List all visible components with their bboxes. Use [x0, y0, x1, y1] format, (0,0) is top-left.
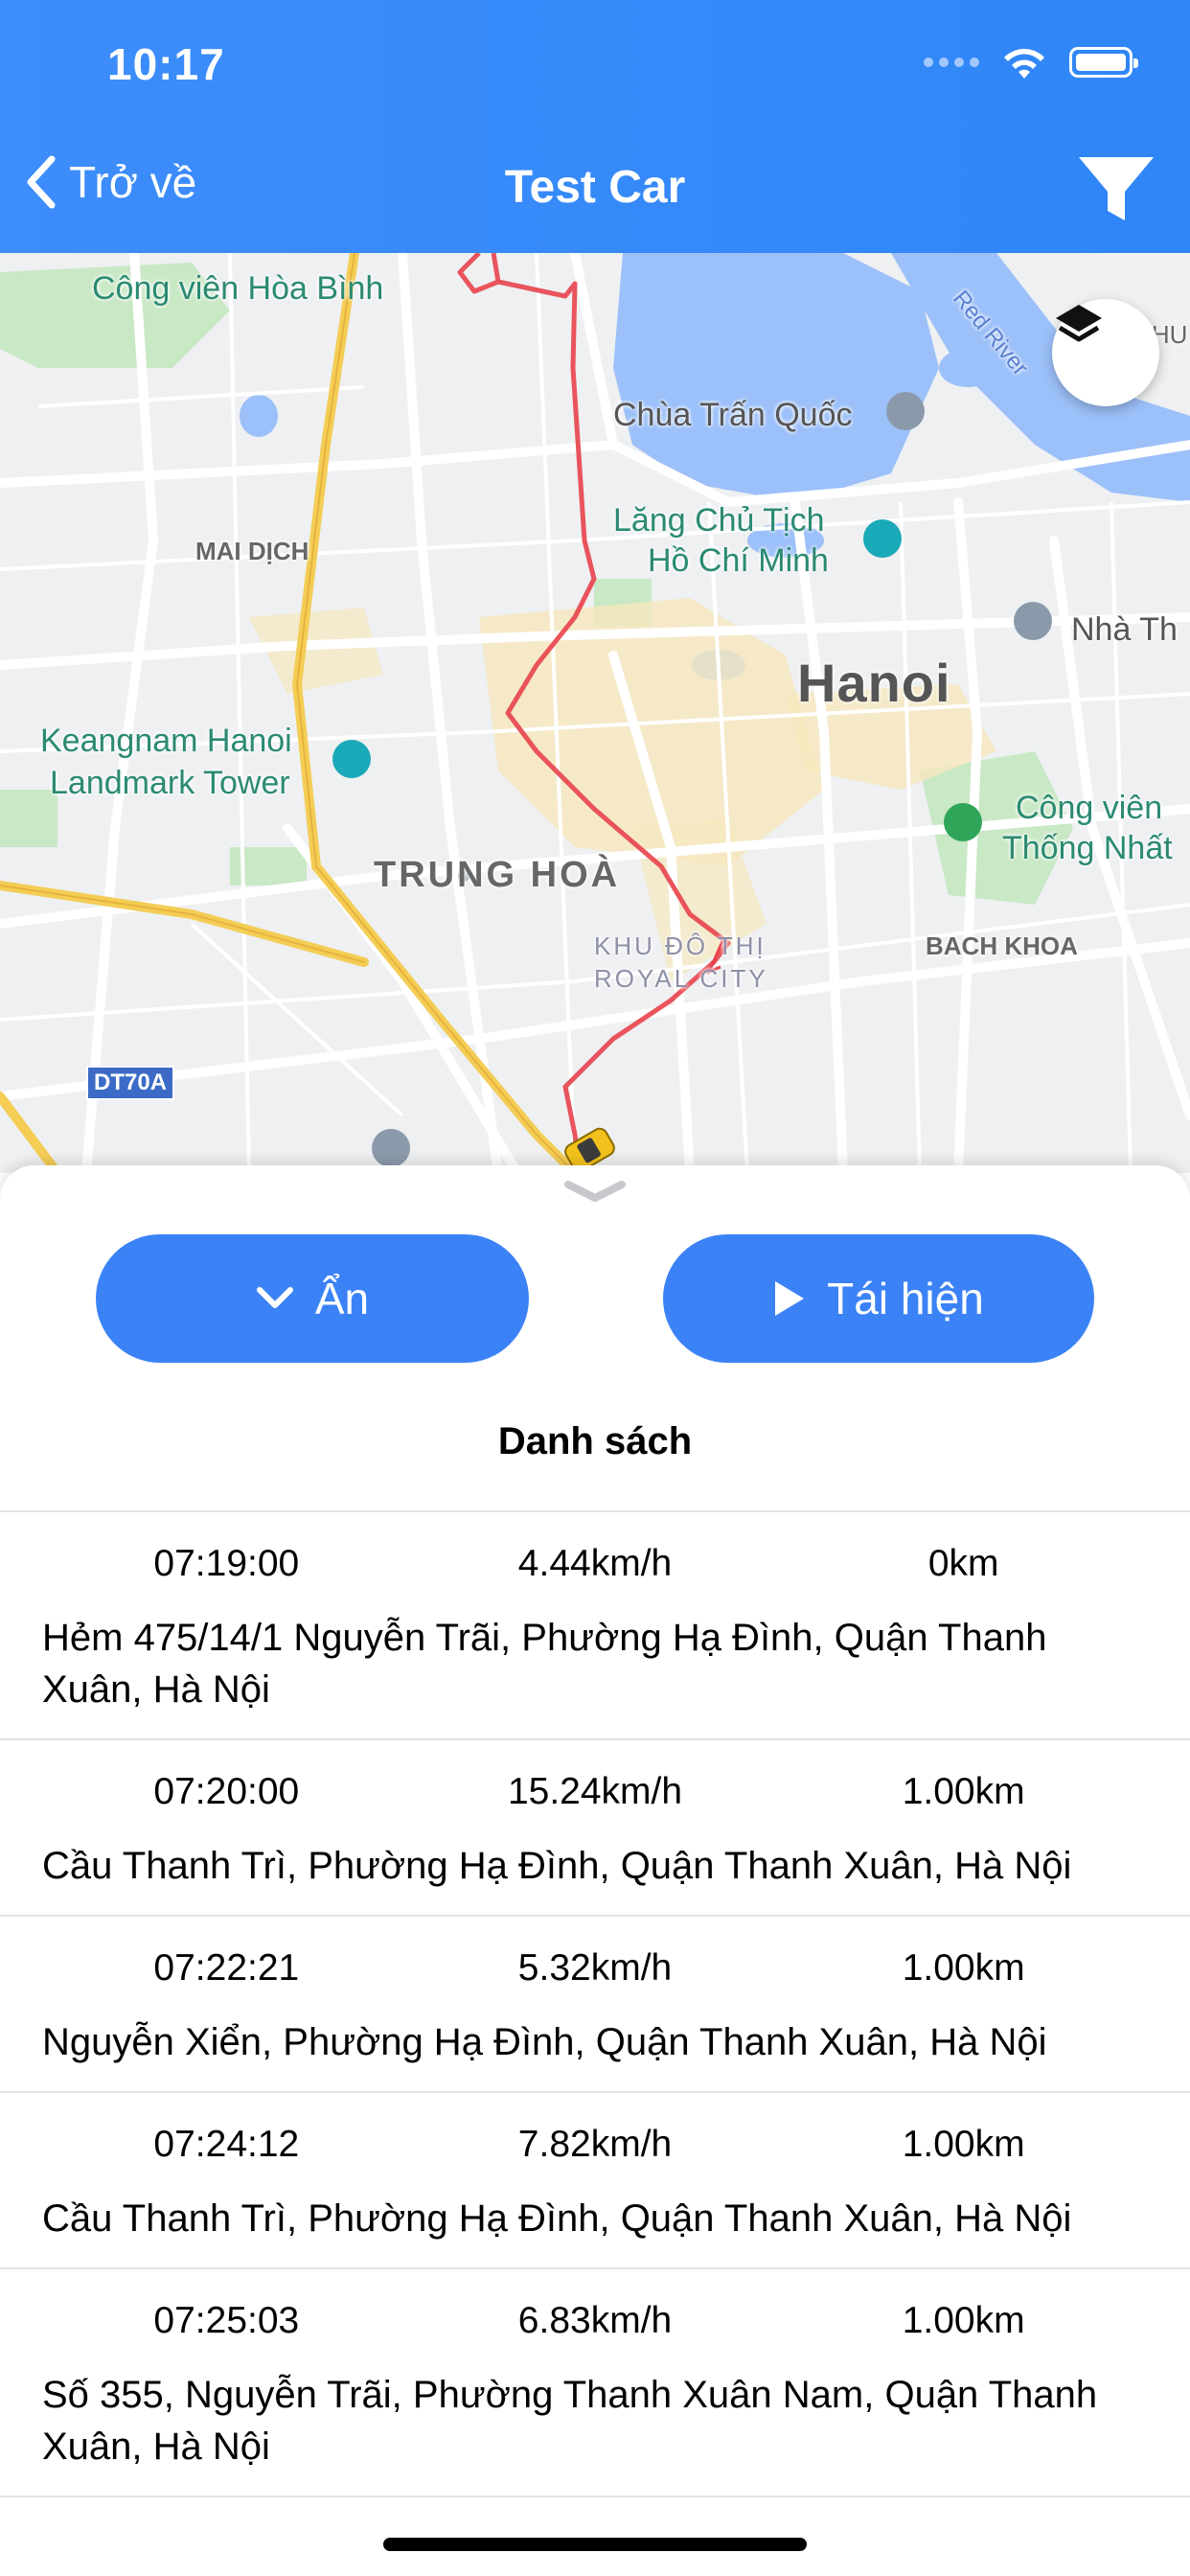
- replay-button-label: Tái hiện: [827, 1274, 984, 1323]
- map-label-cong-vien-1: Công viên: [1016, 790, 1163, 826]
- map-label-hanoi: Hanoi: [797, 653, 951, 713]
- item-speed: 15.24km/h: [507, 1771, 683, 1812]
- item-distance: 1.00km: [902, 1947, 1025, 1989]
- item-speed: 6.83km/h: [517, 2300, 673, 2341]
- road-shield: DT70A: [86, 1066, 175, 1100]
- layers-icon: [1056, 305, 1102, 342]
- nav-header: 10:17 Trở về Test Car: [0, 0, 1190, 253]
- map-label-trung-hoa: TRUNG HOÀ: [374, 855, 621, 895]
- hide-button[interactable]: Ẩn: [96, 1234, 529, 1363]
- map-label-keangnam-2: Landmark Tower: [50, 765, 290, 801]
- replay-button[interactable]: Tái hiện: [663, 1234, 1094, 1363]
- status-icons: [924, 44, 1138, 80]
- map-label-royal-1: KHU ĐÔ THỊ: [594, 932, 767, 960]
- map-view[interactable]: Công viên Hòa Bình Chùa Trấn Quốc Lăng C…: [0, 253, 1190, 1173]
- item-distance: 1.00km: [902, 1771, 1025, 1812]
- map-label-nha-th: Nhà Th: [1071, 611, 1178, 648]
- map-label-bach-khoa: BACH KHOA: [926, 932, 1078, 960]
- status-time: 10:17: [107, 39, 225, 89]
- play-icon: [775, 1281, 805, 1316]
- map-label-pagoda: Chùa Trấn Quốc: [613, 397, 853, 433]
- list-title: Danh sách: [497, 1420, 693, 1462]
- home-indicator: [383, 2538, 807, 2551]
- battery-icon: [1069, 47, 1138, 78]
- list-item[interactable]: 07:25:03 6.83km/h 1.00km Số 355, Nguyễn …: [0, 2269, 1190, 2497]
- item-speed: 4.44km/h: [517, 1543, 673, 1584]
- item-time: 07:24:12: [153, 2124, 300, 2165]
- item-address: Số 355, Nguyễn Trãi, Phường Thanh Xuân N…: [42, 2374, 1098, 2468]
- list-item[interactable]: 07:20:00 15.24km/h 1.00km Cầu Thanh Trì,…: [0, 1740, 1190, 1917]
- wifi-icon: [1004, 49, 1044, 79]
- sheet-collapse-icon[interactable]: [561, 1175, 629, 1209]
- map-label-cong-vien-2: Thống Nhất: [1002, 830, 1173, 866]
- trip-list: 07:19:00 4.44km/h 0km Hẻm 475/14/1 Nguyễ…: [0, 1510, 1190, 2497]
- map-canvas: [0, 253, 1190, 1173]
- cellular-signal-icon: [924, 58, 979, 67]
- item-distance: 0km: [927, 1543, 999, 1584]
- chevron-down-icon: [256, 1287, 293, 1308]
- item-time: 07:19:00: [153, 1543, 300, 1584]
- item-time: 07:20:00: [153, 1771, 300, 1812]
- map-label-mausoleum-2: Hồ Chí Minh: [648, 542, 829, 579]
- page-title: Test Car: [504, 162, 686, 213]
- item-distance: 1.00km: [902, 2300, 1025, 2341]
- item-speed: 7.82km/h: [517, 2124, 673, 2165]
- item-distance: 1.00km: [902, 2124, 1025, 2165]
- map-label-keangnam-1: Keangnam Hanoi: [40, 723, 292, 759]
- list-item[interactable]: 07:22:21 5.32km/h 1.00km Nguyễn Xiển, Ph…: [0, 1917, 1190, 2093]
- map-label-mausoleum-1: Lăng Chủ Tịch: [613, 502, 825, 539]
- item-address: Nguyễn Xiển, Phường Hạ Đình, Quận Thanh …: [42, 2021, 1047, 2063]
- map-label-park: Công viên Hòa Bình: [92, 270, 384, 307]
- map-label-mai-dich: MAI DỊCH: [195, 537, 309, 565]
- filter-icon[interactable]: [1075, 153, 1157, 226]
- item-speed: 5.32km/h: [517, 1947, 673, 1989]
- map-layers-button[interactable]: [1052, 299, 1159, 406]
- item-address: Cầu Thanh Trì, Phường Hạ Đình, Quận Than…: [42, 1845, 1072, 1887]
- item-time: 07:22:21: [153, 1947, 300, 1989]
- list-item[interactable]: 07:24:12 7.82km/h 1.00km Cầu Thanh Trì, …: [0, 2093, 1190, 2269]
- map-label-royal-2: ROYAL CITY: [594, 964, 768, 993]
- hide-button-label: Ẩn: [314, 1274, 370, 1323]
- list-item[interactable]: 07:19:00 4.44km/h 0km Hẻm 475/14/1 Nguyễ…: [0, 1512, 1190, 1740]
- item-address: Hẻm 475/14/1 Nguyễn Trãi, Phường Hạ Đình…: [42, 1617, 1047, 1711]
- bottom-sheet: Ẩn Tái hiện Danh sách 07:19:00 4.44km/h …: [0, 1165, 1190, 2576]
- item-time: 07:25:03: [153, 2300, 300, 2341]
- item-address: Cầu Thanh Trì, Phường Hạ Đình, Quận Than…: [42, 2197, 1072, 2240]
